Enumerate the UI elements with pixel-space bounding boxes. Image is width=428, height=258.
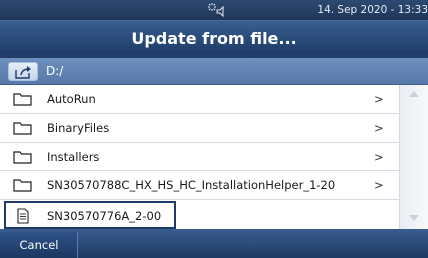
list-item-name: BinaryFiles: [47, 120, 110, 135]
list-item-name: Installers: [47, 149, 100, 164]
scroll-down-icon[interactable]: [409, 215, 419, 221]
folder-icon: [13, 93, 32, 106]
list-item-folder[interactable]: AutoRun >: [0, 85, 399, 114]
page-title: Update from file...: [131, 29, 297, 48]
list-item-name: AutoRun: [47, 92, 96, 106]
document-icon: [17, 208, 29, 224]
chevron-right-icon: >: [374, 120, 384, 135]
status-date-time: 14. Sep 2020 - 13:33: [317, 4, 428, 16]
list-item-folder[interactable]: SN30570788C_HX_HS_HC_InstallationHelper_…: [0, 171, 399, 201]
chevron-right-icon: >: [374, 178, 384, 193]
list-item-folder[interactable]: BinaryFiles >: [0, 114, 399, 143]
chevron-right-icon: >: [374, 149, 384, 164]
folder-icon: [13, 179, 32, 192]
chevron-right-icon: >: [374, 92, 384, 106]
cancel-label: Cancel: [19, 238, 59, 252]
scrollbar[interactable]: [399, 85, 428, 229]
sun-speaker-icon: [208, 3, 224, 18]
title-bar: Update from file...: [0, 20, 428, 58]
bottom-bar: Cancel: [0, 229, 428, 258]
cancel-button[interactable]: Cancel: [0, 232, 78, 258]
folder-up-button[interactable]: [8, 62, 38, 81]
folder-icon: [13, 150, 32, 164]
list-item-file-selected[interactable]: SN30570776A_2-00: [4, 200, 176, 229]
current-path: D:/: [46, 64, 64, 78]
scroll-up-icon[interactable]: [409, 91, 419, 97]
file-list: AutoRun > BinaryFiles > Installers > SN3…: [0, 85, 399, 229]
folder-up-icon: [15, 66, 31, 79]
path-bar: D:/: [0, 58, 428, 85]
list-item-name: SN30570788C_HX_HS_HC_InstallationHelper_…: [47, 178, 336, 193]
status-bar: 14. Sep 2020 - 13:33: [0, 0, 428, 20]
folder-icon: [13, 122, 32, 135]
list-item-folder[interactable]: Installers >: [0, 143, 399, 172]
list-item-name: SN30570776A_2-00: [47, 208, 162, 223]
